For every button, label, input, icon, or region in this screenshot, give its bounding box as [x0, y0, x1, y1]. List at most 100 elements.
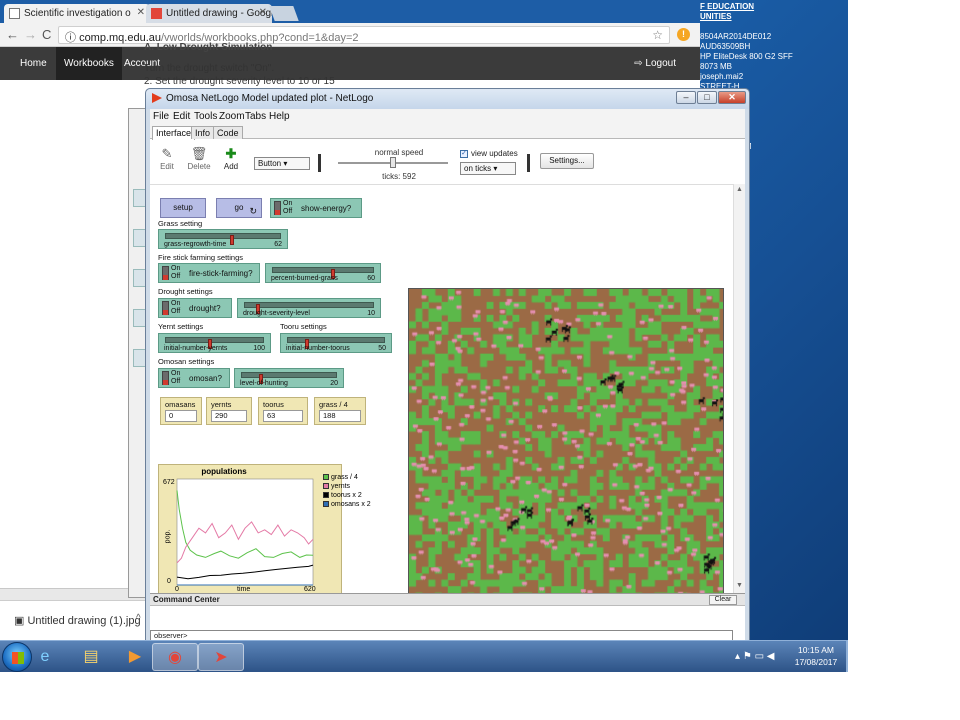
scroll-down-icon[interactable]: ▼: [736, 582, 743, 589]
new-tab-button[interactable]: [269, 6, 299, 21]
minimize-button[interactable]: –: [676, 91, 696, 104]
bookmark-star-icon[interactable]: ☆: [652, 28, 663, 42]
drought-severity-slider[interactable]: drought-severity-level 10: [237, 298, 381, 318]
tab-code[interactable]: Code: [213, 126, 243, 139]
note-grass: Grass setting: [158, 219, 203, 228]
volume-icon[interactable]: ◀: [767, 651, 775, 662]
world-view[interactable]: [408, 288, 724, 600]
info-icon[interactable]: ⓘ: [65, 32, 76, 44]
clock-date: 17/08/2017: [794, 657, 838, 667]
widget-type-value: Button: [258, 159, 282, 168]
forward-icon[interactable]: →: [24, 27, 37, 42]
level-of-hunting-slider[interactable]: level-of-hunting 20: [234, 368, 344, 388]
omosan-switch[interactable]: On Off omosan?: [158, 368, 230, 388]
speed-slider-knob[interactable]: [390, 157, 396, 168]
netlogo-titlebar[interactable]: Omosa NetLogo Model updated plot - NetLo…: [146, 89, 749, 109]
y-axis-label: pop.: [164, 529, 172, 544]
monitor-value: 63: [263, 410, 303, 422]
download-item[interactable]: ▣ Untitled drawing (1).jpg: [14, 614, 141, 627]
show-desktop-button[interactable]: [846, 641, 848, 672]
populations-plot[interactable]: populations 672 0 0 620 time pop. grass …: [158, 464, 371, 596]
window-title: Omosa NetLogo Model updated plot - NetLo…: [166, 93, 374, 104]
menu-file[interactable]: File: [153, 111, 169, 122]
logout-link[interactable]: ⇨ Logout: [634, 58, 676, 69]
close-icon[interactable]: ✕: [137, 7, 145, 18]
image-file-icon: ▣: [14, 615, 28, 627]
browser-tab-scientific[interactable]: Scientific investigation o ✕: [4, 4, 150, 23]
edit-tool[interactable]: ✎ Edit: [152, 146, 182, 171]
browser-tab-drawing[interactable]: Untitled drawing - Googl ✕: [146, 4, 272, 23]
setup-button[interactable]: setup: [160, 198, 206, 218]
y-tick-label: 672: [163, 479, 175, 486]
nav-home[interactable]: Home: [20, 58, 47, 69]
menu-edit[interactable]: Edit: [173, 111, 190, 122]
go-button[interactable]: go ↻: [216, 198, 262, 218]
chrome-icon[interactable]: ◉: [152, 643, 198, 671]
nav-workbooks[interactable]: Workbooks: [56, 47, 122, 80]
menu-zoom[interactable]: Zoom: [219, 111, 245, 122]
note-tooru: Tooru settings: [280, 322, 327, 331]
view-updates-checkbox[interactable]: ✓ view updates: [460, 149, 518, 158]
menubar: File Edit Tools Zoom Tabs Help: [150, 109, 745, 125]
note-fire: Fire stick farming settings: [158, 253, 244, 262]
page-icon: [9, 8, 20, 19]
netlogo-taskbar-icon[interactable]: ➤: [198, 643, 244, 671]
widget-type-select[interactable]: Button ▾: [254, 157, 310, 170]
extension-alert-icon[interactable]: !: [677, 28, 690, 41]
monitor-label: yernts: [211, 400, 232, 409]
slider-name: drought-severity-level: [243, 310, 310, 317]
netlogo-body: File Edit Tools Zoom Tabs Help Interface…: [150, 109, 745, 641]
switch-label: show-energy?: [301, 204, 352, 213]
slider-value: 62: [274, 241, 282, 248]
slider-name: initial-number-toorus: [286, 345, 350, 352]
note-omosan: Omosan settings: [158, 357, 215, 366]
slider-value: 100: [253, 345, 265, 352]
x-tick-label: 0: [175, 586, 179, 593]
close-icon[interactable]: ✕: [259, 7, 267, 18]
add-tool[interactable]: ✚ Add: [216, 146, 246, 171]
clear-button[interactable]: Clear: [709, 595, 737, 605]
drought-switch[interactable]: On Off drought?: [158, 298, 232, 318]
slider-value: 60: [367, 275, 375, 282]
percent-burned-slider[interactable]: percent-burned-grass 60: [265, 263, 381, 283]
command-center: Command Center Clear observer>: [150, 593, 745, 641]
reload-icon[interactable]: C: [42, 27, 51, 42]
monitor-toorus: toorus 63: [258, 397, 308, 425]
bginfo-line: 8504AR2014DE012: [700, 32, 772, 41]
delete-tool[interactable]: 🗑 Delete: [184, 146, 214, 171]
command-center-title: Command Center: [153, 595, 220, 604]
y-tick-label: 0: [167, 578, 171, 585]
tray-expand-icon[interactable]: ▴: [735, 651, 740, 662]
flag-icon[interactable]: ⚑: [743, 651, 752, 662]
maximize-button[interactable]: □: [697, 91, 717, 104]
close-window-button[interactable]: ✕: [718, 91, 746, 104]
plus-icon: ✚: [225, 146, 237, 161]
grass-regrowth-slider[interactable]: grass-regrowth-time 62: [158, 229, 288, 249]
download-menu-caret[interactable]: ^: [136, 613, 141, 624]
menu-help[interactable]: Help: [269, 111, 290, 122]
settings-button[interactable]: Settings...: [540, 153, 594, 169]
interface-scrollbar[interactable]: ▲ ▼: [733, 184, 745, 594]
monitor-yernts: yernts 290: [206, 397, 252, 425]
tab-info[interactable]: Info: [191, 126, 215, 139]
bginfo-line: HP EliteDesk 800 G2 SFF: [700, 52, 793, 61]
show-energy-switch[interactable]: On Off show-energy?: [270, 198, 362, 218]
initial-toorus-slider[interactable]: initial-number-toorus 50: [280, 333, 392, 353]
file-explorer-icon[interactable]: ▤: [68, 643, 114, 671]
browser-tabstrip: Scientific investigation o ✕ Untitled dr…: [0, 0, 700, 23]
initial-yernts-slider[interactable]: initial-number-yernts 100: [158, 333, 271, 353]
fire-stick-switch[interactable]: On Off fire-stick-farming?: [158, 263, 260, 283]
scroll-up-icon[interactable]: ▲: [736, 186, 743, 193]
menu-tools[interactable]: Tools: [194, 111, 217, 122]
drawings-icon: [151, 8, 162, 19]
clock[interactable]: 10:15 AM 17/08/2017: [790, 644, 842, 668]
tab-interface[interactable]: Interface: [152, 126, 196, 140]
back-icon[interactable]: ←: [6, 27, 19, 42]
update-mode-select[interactable]: on ticks ▾: [460, 162, 516, 175]
network-icon[interactable]: ▭: [755, 651, 764, 662]
update-mode-value: on ticks: [464, 164, 492, 173]
internet-explorer-icon[interactable]: e: [22, 643, 68, 671]
legend-item: grass / 4: [323, 473, 393, 482]
menu-tabs[interactable]: Tabs: [245, 111, 266, 122]
plot-canvas: [176, 478, 314, 586]
